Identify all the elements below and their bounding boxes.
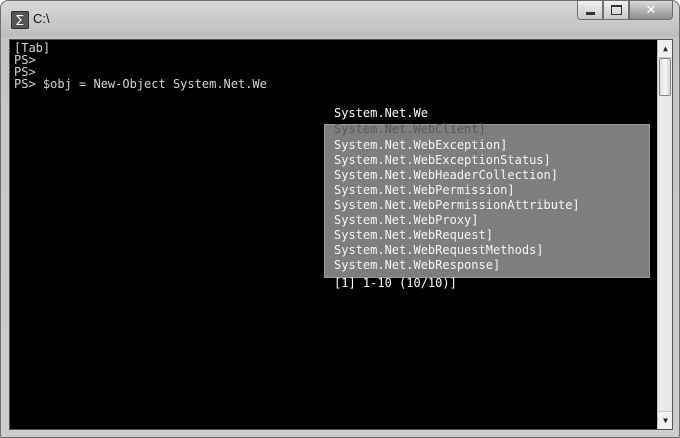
completion-item[interactable]: System.Net.WebHeaderCollection] <box>334 168 580 183</box>
console-output[interactable]: [Tab] PS> PS> PS> $obj = New-Object Syst… <box>9 39 673 430</box>
console-window: ∑ C:\ ✕ [Tab] PS> PS> PS> $obj = New-Obj… <box>0 0 680 438</box>
scroll-down-icon: ▼ <box>663 416 668 425</box>
close-button[interactable]: ✕ <box>629 1 673 20</box>
maximize-button[interactable] <box>603 1 629 20</box>
completion-item[interactable]: System.Net.WebRequestMethods] <box>334 243 580 258</box>
window-title: C:\ <box>33 11 50 26</box>
scroll-up-button[interactable]: ▲ <box>658 40 672 58</box>
completion-list: System.Net.WebException] System.Net.WebE… <box>334 138 580 273</box>
vertical-scrollbar[interactable]: ▲ ▼ <box>657 40 672 429</box>
scroll-up-icon: ▲ <box>663 44 668 53</box>
command-line[interactable]: PS> $obj = New-Object System.Net.We <box>14 78 267 90</box>
completion-item[interactable]: System.Net.WebPermissionAttribute] <box>334 198 580 213</box>
maximize-icon <box>610 5 622 15</box>
completion-page-indicator: [1] 1-10 (10/10)] <box>334 276 457 290</box>
scrollbar-thumb[interactable] <box>659 58 671 96</box>
scroll-down-button[interactable]: ▼ <box>658 411 672 429</box>
completion-item[interactable]: System.Net.WebException] <box>334 138 580 153</box>
completion-item[interactable]: System.Net.WebExceptionStatus] <box>334 153 580 168</box>
completion-item[interactable]: System.Net.WebProxy] <box>334 213 580 228</box>
completion-item[interactable]: System.Net.WebRequest] <box>334 228 580 243</box>
completion-item[interactable]: System.Net.WebPermission] <box>334 183 580 198</box>
caption-buttons: ✕ <box>577 1 673 23</box>
completion-preview: System.Net.We <box>334 106 428 120</box>
minimize-button[interactable] <box>577 1 603 20</box>
completion-item[interactable]: System.Net.WebResponse] <box>334 258 580 273</box>
title-bar[interactable]: ∑ C:\ ✕ <box>1 1 679 39</box>
powershell-icon: ∑ <box>11 11 29 29</box>
completion-item-faded[interactable]: System.Net.WebClient] <box>334 122 486 136</box>
close-icon: ✕ <box>645 2 657 18</box>
minimize-icon <box>585 11 595 15</box>
